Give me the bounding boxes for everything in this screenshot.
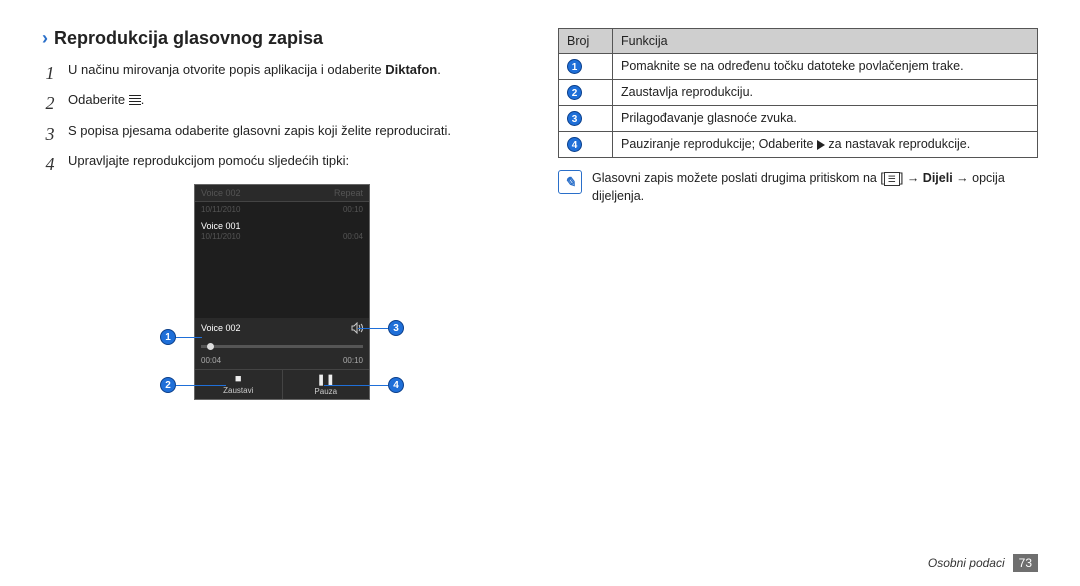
note-text-pre: Glasovni zapis možete poslati drugima pr… xyxy=(592,171,884,185)
phone-header-sub-right: 00:10 xyxy=(343,205,363,214)
page-number: 73 xyxy=(1013,554,1038,572)
heading-text: Reprodukcija glasovnog zapisa xyxy=(54,28,323,49)
play-icon xyxy=(817,140,825,150)
stop-label: Zaustavi xyxy=(223,386,253,395)
table-header-broj: Broj xyxy=(559,29,613,54)
phone-list-title: Voice 001 xyxy=(201,221,363,231)
step-2: 2 Odaberite . xyxy=(42,91,522,115)
step-number: 4 xyxy=(42,152,58,176)
step-number: 3 xyxy=(42,122,58,146)
pause-label: Pauza xyxy=(314,387,337,396)
table-row-num: 3 xyxy=(559,106,613,132)
table-row-num: 4 xyxy=(559,132,613,158)
table-row-text: Prilagođavanje glasnoće zvuka. xyxy=(613,106,1038,132)
step-text: Upravljajte reprodukcijom pomoću sljedeć… xyxy=(68,152,522,176)
note-text-mid: ] → xyxy=(900,171,923,185)
phone-header-sub-left: 10/11/2010 xyxy=(201,205,240,214)
callout-3: 3 xyxy=(388,320,404,336)
menu-key-icon: ☰ xyxy=(884,172,900,186)
seek-bar[interactable] xyxy=(201,340,363,352)
step-bold: Diktafon xyxy=(385,62,437,77)
note-box: ✎ Glasovni zapis možete poslati drugima … xyxy=(558,170,1038,205)
table-row-num: 1 xyxy=(559,54,613,80)
time-total: 00:10 xyxy=(343,356,363,365)
time-elapsed: 00:04 xyxy=(201,356,221,365)
note-icon: ✎ xyxy=(558,170,582,194)
phone-list-sub-right: 00:04 xyxy=(343,232,363,241)
footer-section: Osobni podaci xyxy=(928,556,1005,570)
table-row-text: Pomaknite se na određenu točku datoteke … xyxy=(613,54,1038,80)
phone-header-right: Repeat xyxy=(334,188,363,198)
step-1: 1 U načinu mirovanja otvorite popis apli… xyxy=(42,61,522,85)
step-text-post: . xyxy=(141,92,145,107)
stop-icon: ■ xyxy=(195,373,282,385)
section-heading: › Reprodukcija glasovnog zapisa xyxy=(42,28,522,49)
step-text-post: . xyxy=(437,62,441,77)
phone-list-sub-left: 10/11/2010 xyxy=(201,232,240,241)
step-text: S popisa pjesama odaberite glasovni zapi… xyxy=(68,122,522,146)
step-number: 2 xyxy=(42,91,58,115)
phone-header-left: Voice 002 xyxy=(201,188,241,198)
note-bold: Dijeli xyxy=(923,171,953,185)
step-text: U načinu mirovanja otvorite popis aplika… xyxy=(68,62,385,77)
function-table: Broj Funkcija 1 Pomaknite se na određenu… xyxy=(558,28,1038,158)
callout-2: 2 xyxy=(160,377,176,393)
page-footer: Osobni podaci 73 xyxy=(928,554,1038,572)
step-text: Odaberite xyxy=(68,92,129,107)
step-3: 3 S popisa pjesama odaberite glasovni za… xyxy=(42,122,522,146)
step-4: 4 Upravljajte reprodukcijom pomoću sljed… xyxy=(42,152,522,176)
phone-screenshot: Voice 002 Repeat 10/11/2010 00:10 Voice … xyxy=(194,184,370,400)
table-row-text: Zaustavlja reprodukciju. xyxy=(613,80,1038,106)
table-row-text: Pauziranje reprodukcije; Odaberite za na… xyxy=(613,132,1038,158)
callout-1: 1 xyxy=(160,329,176,345)
callout-4: 4 xyxy=(388,377,404,393)
list-icon xyxy=(129,95,141,107)
chevron-icon: › xyxy=(42,28,48,49)
table-header-funkcija: Funkcija xyxy=(613,29,1038,54)
now-playing-title: Voice 002 xyxy=(201,323,241,333)
step-number: 1 xyxy=(42,61,58,85)
table-row-num: 2 xyxy=(559,80,613,106)
